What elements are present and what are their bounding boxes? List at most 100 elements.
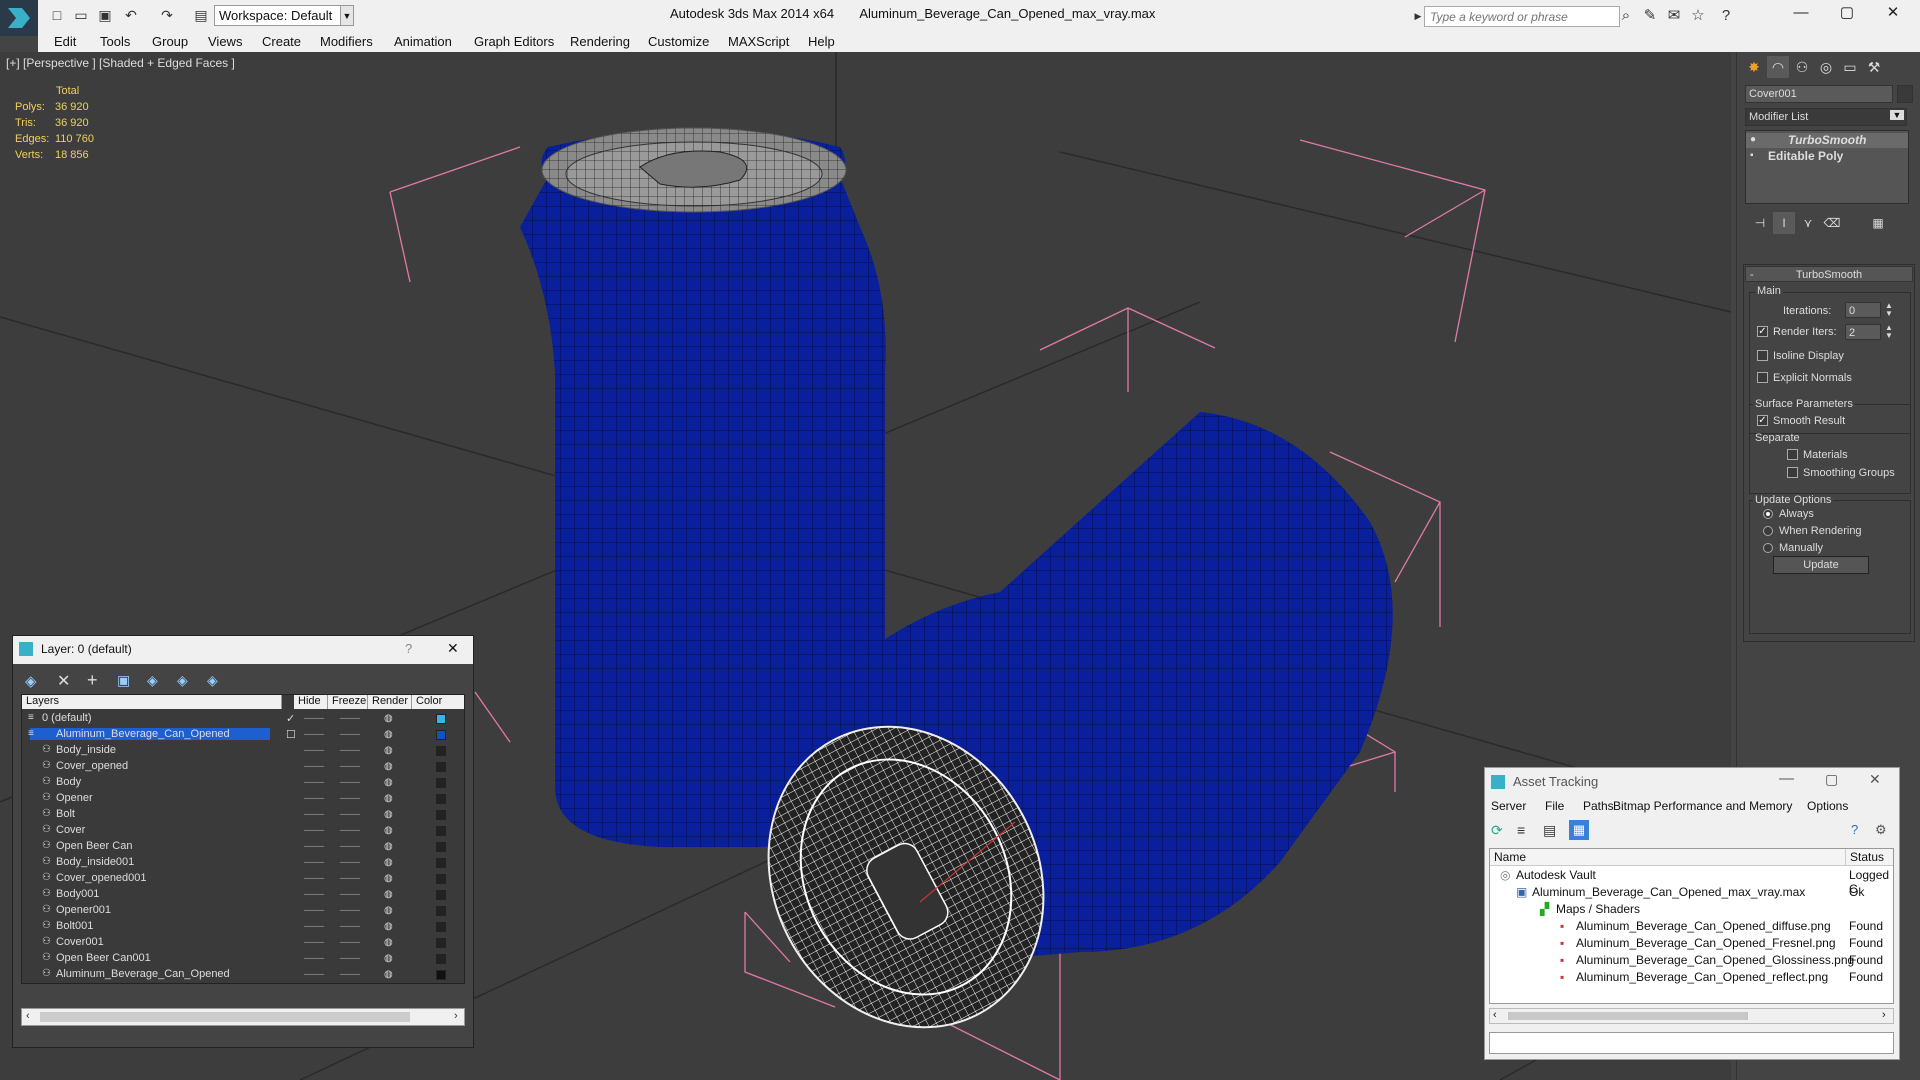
layer-row[interactable]: Open Beer Can001 ⚇ —— —— ◍ xyxy=(22,951,464,967)
freeze-toggle[interactable]: —— xyxy=(340,793,360,804)
help-icon[interactable]: ? xyxy=(405,641,412,656)
freeze-toggle[interactable]: —— xyxy=(340,841,360,852)
render-teapot-icon[interactable]: ◍ xyxy=(384,761,393,772)
maximize-icon[interactable]: ▢ xyxy=(1824,0,1870,28)
scrollbar-thumb[interactable] xyxy=(40,1012,410,1022)
configure-sets-icon[interactable]: ▦ xyxy=(1867,212,1889,234)
menu-graph-editors[interactable]: Graph Editors xyxy=(474,34,554,49)
asset-row[interactable]: ▞ Maps / Shaders xyxy=(1490,901,1893,918)
workspace-dropdown[interactable]: Workspace: Default xyxy=(214,5,352,26)
menu-views[interactable]: Views xyxy=(208,34,242,49)
asset-row[interactable]: ◎ Autodesk Vault Logged C xyxy=(1490,867,1893,896)
layer-row[interactable]: 0 (default) ≡ ✓ —— —— ◍ xyxy=(22,711,464,727)
hide-toggle[interactable]: —— xyxy=(304,793,324,804)
freeze-toggle[interactable]: —— xyxy=(340,745,360,756)
layer-row[interactable]: Cover_opened ⚇ —— —— ◍ xyxy=(22,759,464,775)
layer-row[interactable]: Bolt001 ⚇ —— —— ◍ xyxy=(22,919,464,935)
utilities-tab-icon[interactable]: ⚒ xyxy=(1863,56,1885,78)
asset-row[interactable]: ▪ Aluminum_Beverage_Can_Opened_Glossiness… xyxy=(1490,952,1893,969)
layer-color-swatch[interactable] xyxy=(436,730,446,740)
layer-row[interactable]: Aluminum_Beverage_Can_Opened ≡ ☐ —— —— ◍ xyxy=(22,727,464,743)
layer-color-swatch[interactable] xyxy=(436,922,446,932)
spinner-arrows-icon[interactable]: ▲ ▼ xyxy=(1885,302,1893,318)
hide-toggle[interactable]: —— xyxy=(304,953,324,964)
undo-icon[interactable]: ↶ xyxy=(122,6,140,24)
freeze-toggle[interactable]: —— xyxy=(340,969,360,980)
update-button[interactable]: Update xyxy=(1773,556,1869,574)
menu-animation[interactable]: Animation xyxy=(394,34,452,49)
viewport-label[interactable]: [+] [Perspective ] [Shaded + Edged Faces… xyxy=(6,56,235,70)
modify-tab-icon[interactable]: ◠ xyxy=(1767,56,1789,78)
hide-all-icon[interactable]: ◈ xyxy=(177,672,188,689)
hide-toggle[interactable]: —— xyxy=(304,889,324,900)
hide-toggle[interactable]: —— xyxy=(304,841,324,852)
binoculars-icon[interactable]: ⌕ xyxy=(1616,6,1636,26)
col-freeze[interactable]: Freeze xyxy=(328,695,368,709)
freeze-toggle[interactable]: —— xyxy=(340,857,360,868)
col-status[interactable]: Status xyxy=(1845,849,1888,866)
freeze-toggle[interactable]: —— xyxy=(340,713,360,724)
display-tab-icon[interactable]: ▭ xyxy=(1839,56,1861,78)
rollout-header[interactable]: - TurboSmooth xyxy=(1745,266,1913,282)
hide-toggle[interactable]: —— xyxy=(304,905,324,916)
tree-view-icon[interactable]: ▤ xyxy=(1543,822,1556,839)
show-end-result-icon[interactable]: I xyxy=(1773,212,1795,234)
highlight-layer-icon[interactable]: ◈ xyxy=(147,672,158,689)
layer-row[interactable]: Open Beer Can ⚇ —— —— ◍ xyxy=(22,839,464,855)
freeze-toggle[interactable]: —— xyxy=(340,921,360,932)
menu-paths[interactable]: Paths xyxy=(1583,799,1614,813)
expand-icon[interactable]: ▪ xyxy=(1750,150,1754,161)
app-menu-button[interactable] xyxy=(0,0,38,36)
freeze-toggle[interactable]: —— xyxy=(340,761,360,772)
hide-toggle[interactable]: —— xyxy=(304,777,324,788)
layer-color-swatch[interactable] xyxy=(436,794,446,804)
set-current-checkbox[interactable]: ☐ xyxy=(286,728,296,741)
freeze-toggle[interactable]: —— xyxy=(340,937,360,948)
render-iters-checkbox[interactable]: ✓ xyxy=(1757,326,1768,337)
menu-create[interactable]: Create xyxy=(262,34,301,49)
freeze-toggle[interactable]: —— xyxy=(340,953,360,964)
chevron-down-icon[interactable]: ▼ xyxy=(1890,110,1904,120)
layer-row[interactable]: Cover_opened001 ⚇ —— —— ◍ xyxy=(22,871,464,887)
col-hide[interactable]: Hide xyxy=(294,695,328,709)
object-name-field[interactable]: Cover001 xyxy=(1745,85,1893,103)
scroll-right-icon[interactable]: › xyxy=(454,1010,458,1022)
favorites-icon[interactable]: ☆ xyxy=(1688,6,1708,26)
layer-color-swatch[interactable] xyxy=(436,954,446,964)
table-view-icon[interactable]: ▦ xyxy=(1569,820,1589,840)
scroll-left-icon[interactable]: ‹ xyxy=(26,1010,30,1022)
menu-server[interactable]: Server xyxy=(1491,799,1526,813)
menu-maxscript[interactable]: MAXScript xyxy=(728,34,789,49)
materials-checkbox[interactable] xyxy=(1787,449,1798,460)
render-teapot-icon[interactable]: ◍ xyxy=(384,793,393,804)
asset-row[interactable]: ▪ Aluminum_Beverage_Can_Opened_reflect.pn… xyxy=(1490,969,1893,986)
render-teapot-icon[interactable]: ◍ xyxy=(384,921,393,932)
active-layer-check-icon[interactable]: ✓ xyxy=(286,712,295,725)
menu-tools[interactable]: Tools xyxy=(100,34,130,49)
pin-stack-icon[interactable]: ⊣ xyxy=(1749,212,1771,234)
freeze-toggle[interactable]: —— xyxy=(340,777,360,788)
menu-modifiers[interactable]: Modifiers xyxy=(320,34,373,49)
delete-layer-icon[interactable]: ✕ xyxy=(57,671,70,691)
col-color[interactable]: Color xyxy=(412,695,464,709)
render-teapot-icon[interactable]: ◍ xyxy=(384,777,393,788)
help-icon[interactable]: ? xyxy=(1716,6,1736,26)
close-icon[interactable]: ✕ xyxy=(1869,771,1881,788)
layer-color-swatch[interactable] xyxy=(436,746,446,756)
render-teapot-icon[interactable]: ◍ xyxy=(384,969,393,980)
add-to-layer-icon[interactable]: + xyxy=(87,670,98,691)
subscription-icon[interactable]: ✎ xyxy=(1640,6,1660,26)
smoothing-groups-checkbox[interactable] xyxy=(1787,467,1798,478)
layer-color-swatch[interactable] xyxy=(436,826,446,836)
isoline-checkbox[interactable] xyxy=(1757,350,1768,361)
iterations-spinner[interactable]: 0 xyxy=(1845,302,1881,318)
minimize-icon[interactable]: — xyxy=(1778,0,1824,28)
freeze-toggle[interactable]: —— xyxy=(340,905,360,916)
render-teapot-icon[interactable]: ◍ xyxy=(384,953,393,964)
hierarchy-tab-icon[interactable]: ⚇ xyxy=(1791,56,1813,78)
select-objects-icon[interactable]: ▣ xyxy=(117,672,130,689)
layer-color-swatch[interactable] xyxy=(436,762,446,772)
hide-toggle[interactable]: —— xyxy=(304,761,324,772)
scroll-right-icon[interactable]: › xyxy=(1882,1009,1886,1021)
layer-row[interactable]: Body_inside ⚇ —— —— ◍ xyxy=(22,743,464,759)
